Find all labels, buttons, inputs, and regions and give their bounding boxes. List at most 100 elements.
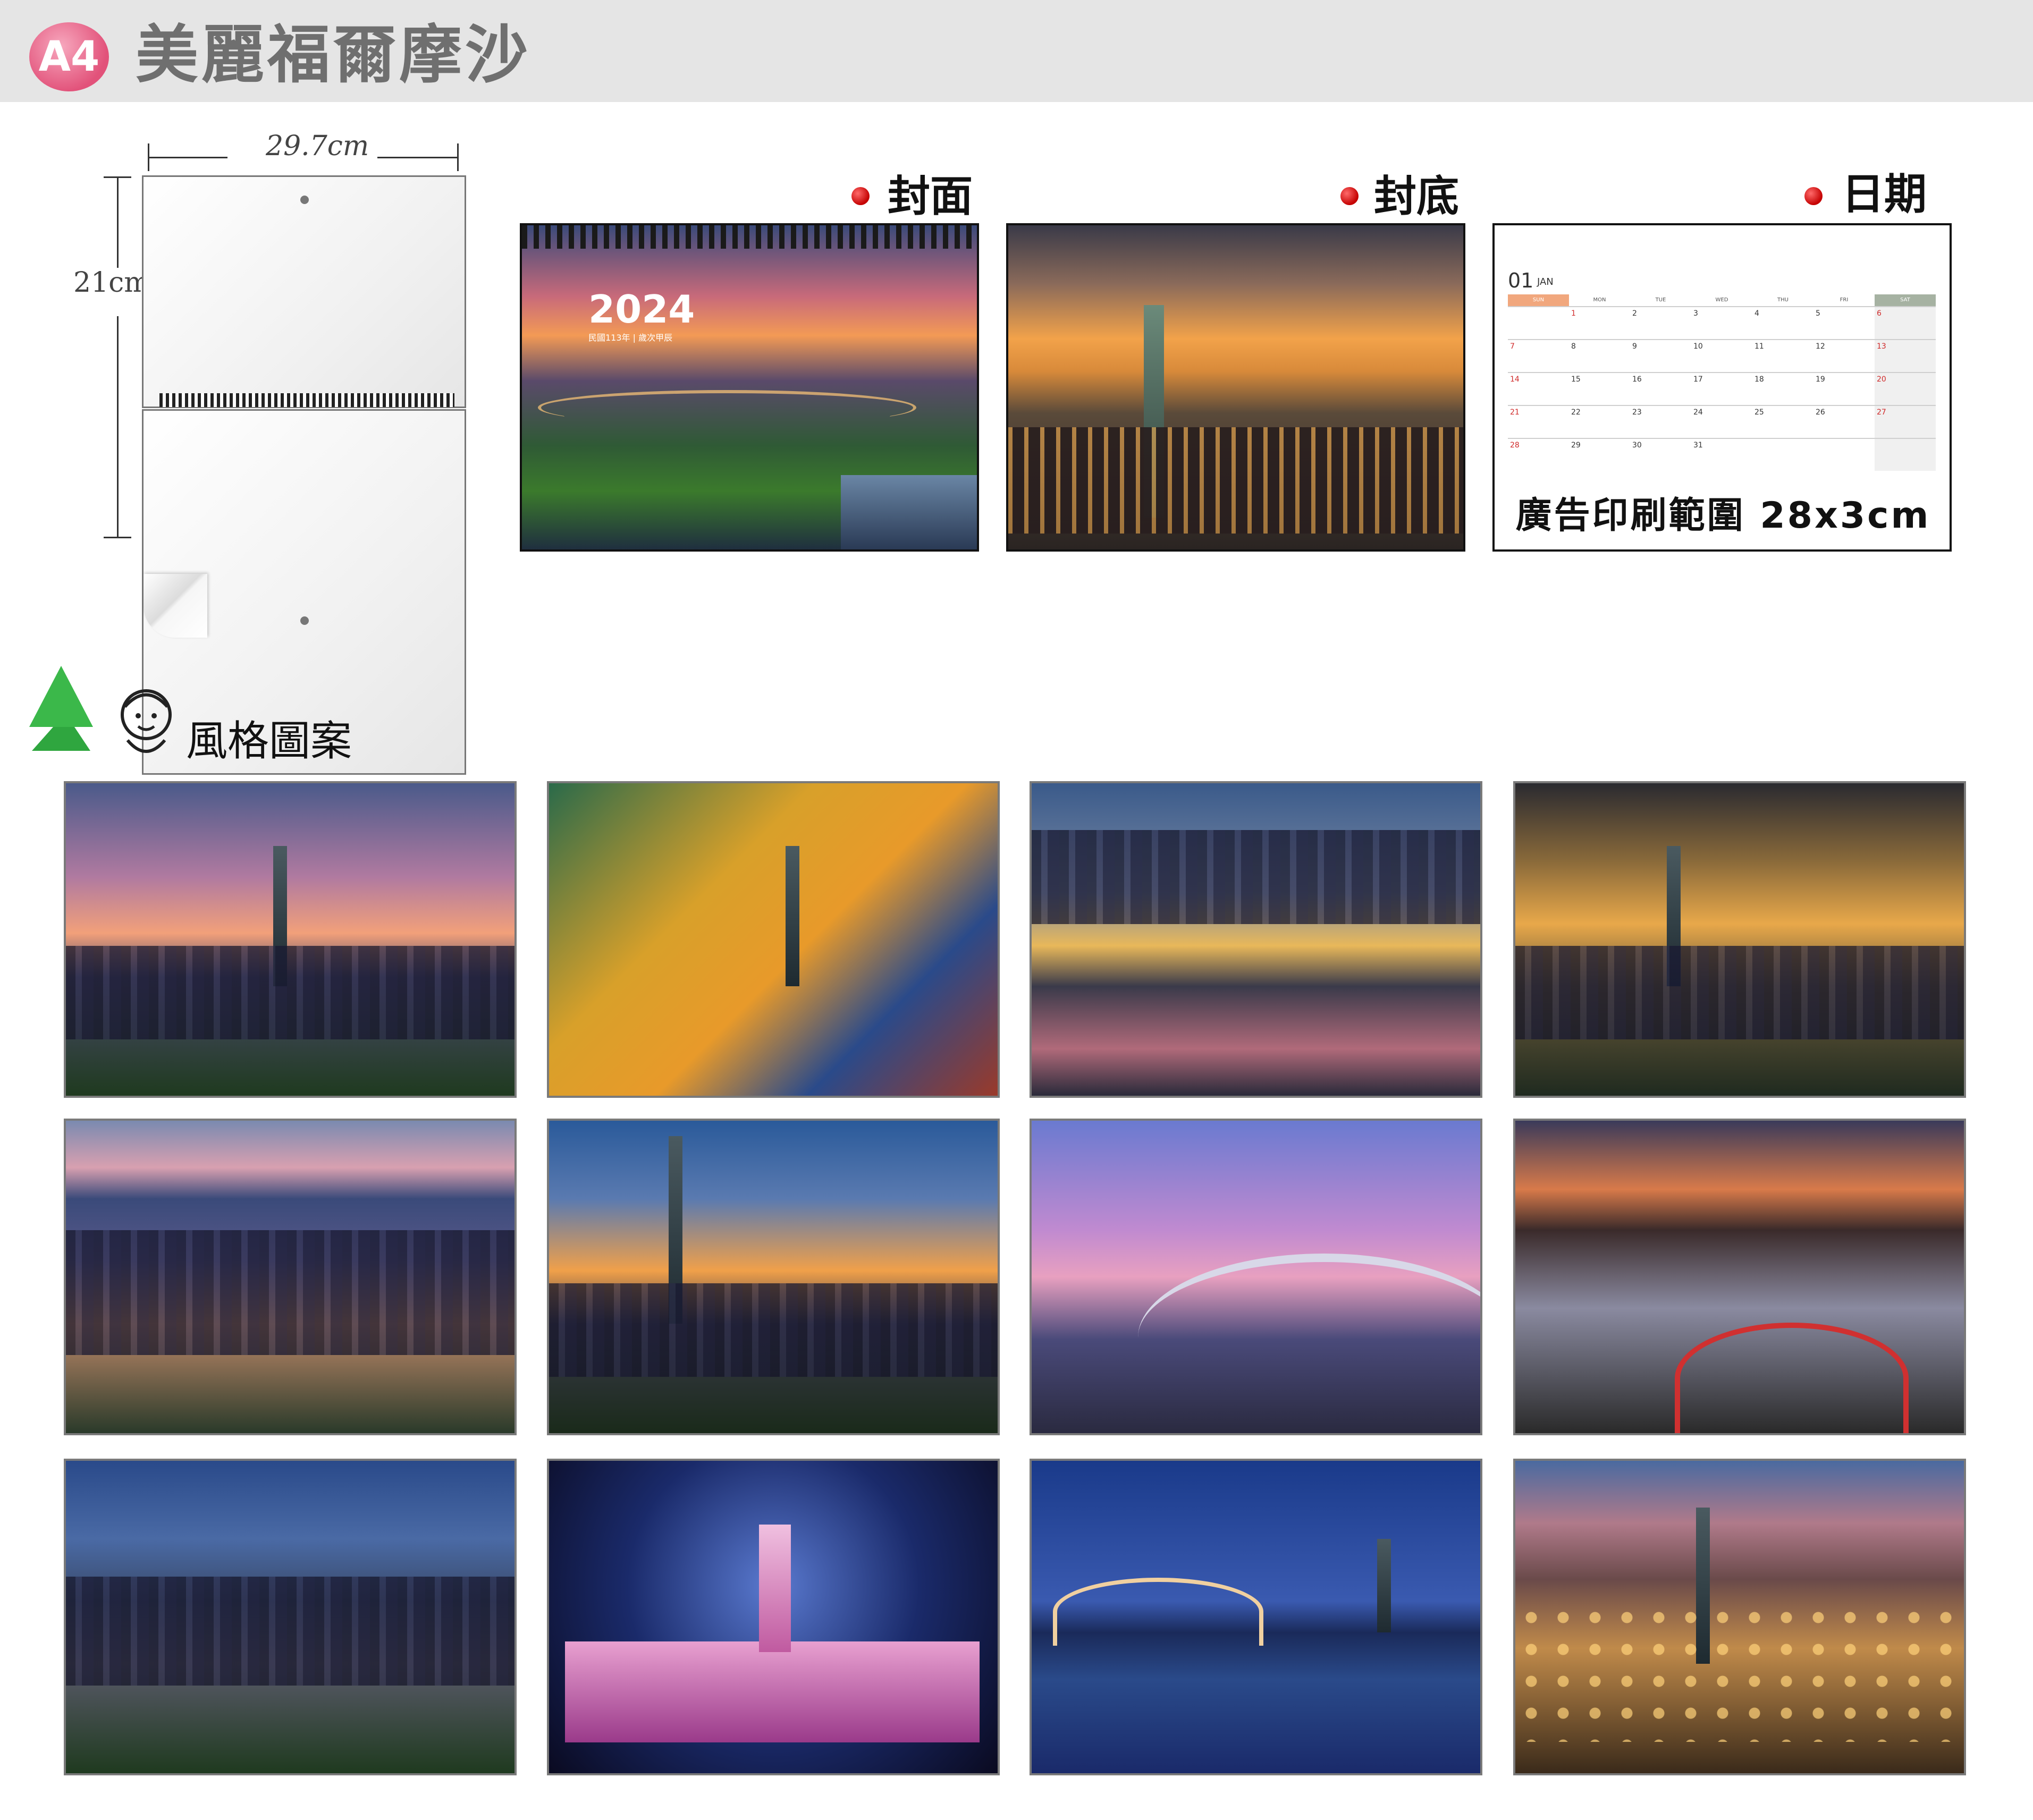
day-cell bbox=[1508, 307, 1569, 339]
date-page-preview: 01 JAN SUN MON TUE WED THU FRI SAT 1 2 3… bbox=[1492, 223, 1952, 552]
style-section-title: 風格圖案 bbox=[186, 717, 352, 765]
weekday-fri: FRI bbox=[1840, 297, 1849, 303]
day-cell: 16 bbox=[1632, 375, 1642, 384]
style-photo-river-reflection bbox=[1030, 1459, 1482, 1775]
city bbox=[66, 945, 514, 1040]
weekday-mon: MON bbox=[1593, 297, 1606, 303]
tower bbox=[1667, 845, 1681, 987]
month-name: JAN bbox=[1537, 276, 1554, 287]
cover-preview: 2024 民國113年 | 歲次甲辰 bbox=[520, 223, 979, 552]
day-cell: 22 bbox=[1571, 408, 1581, 417]
red-dot-icon bbox=[1340, 187, 1359, 205]
style-photo-presidential-lightshow bbox=[547, 1459, 1000, 1775]
day-cell: 3 bbox=[1693, 309, 1698, 318]
day-cell: 11 bbox=[1754, 342, 1764, 351]
weekday-thu: THU bbox=[1777, 297, 1789, 303]
day-cell: 31 bbox=[1693, 441, 1703, 450]
city bbox=[66, 1230, 514, 1355]
ad-print-area-text: 廣告印刷範圍 28x3cm bbox=[1515, 495, 1931, 537]
bottom-hole bbox=[300, 616, 309, 625]
week-row: 21 22 23 24 25 26 27 bbox=[1508, 405, 1936, 438]
size-badge-text: A4 bbox=[38, 33, 100, 81]
city bbox=[549, 1283, 998, 1377]
week-row: 14 15 16 17 18 19 20 bbox=[1508, 372, 1936, 405]
page-curl bbox=[144, 574, 207, 638]
day-cell: 29 bbox=[1571, 441, 1581, 450]
dates-label: 日期 bbox=[1842, 170, 1927, 219]
style-photo-station-architecture bbox=[1030, 1119, 1482, 1435]
cover-roads bbox=[538, 390, 916, 425]
red-dot-icon bbox=[851, 187, 870, 205]
day-cell: 7 bbox=[1510, 342, 1515, 351]
day-cell: 2 bbox=[1632, 309, 1637, 318]
day-cell: 10 bbox=[1693, 342, 1703, 351]
city bbox=[1032, 830, 1480, 924]
tower bbox=[1377, 1539, 1391, 1633]
day-cell: 8 bbox=[1571, 342, 1576, 351]
day-cell: 19 bbox=[1816, 375, 1825, 384]
day-cell: 21 bbox=[1510, 408, 1520, 417]
style-photo-city-station-night bbox=[1030, 781, 1482, 1098]
width-label: 29.7cm bbox=[266, 130, 369, 162]
back-cover-preview bbox=[1006, 223, 1465, 552]
style-photo-mountain-city-dusk bbox=[64, 1119, 517, 1435]
day-cell: 14 bbox=[1510, 375, 1520, 384]
cover-label: 封面 bbox=[888, 172, 973, 221]
day-cell: 12 bbox=[1816, 342, 1825, 351]
curved-roof bbox=[1138, 1254, 1480, 1421]
spiral-rings bbox=[522, 225, 977, 249]
day-cell: 30 bbox=[1632, 441, 1642, 450]
day-cell: 5 bbox=[1816, 309, 1820, 318]
style-photo-sunset-skyline bbox=[64, 781, 517, 1098]
day-cell: 6 bbox=[1875, 307, 1936, 339]
cover-subtitle: 民國113年 | 歲次甲辰 bbox=[588, 333, 673, 343]
weekday-sun: SUN bbox=[1508, 294, 1569, 306]
size-badge: A4 bbox=[29, 22, 109, 91]
weekday-tue: TUE bbox=[1655, 297, 1666, 303]
arch-bridge bbox=[1053, 1578, 1263, 1646]
calendar-dimension-diagram: 29.7cm 21cm bbox=[73, 130, 478, 775]
week-row: 28 29 30 31 bbox=[1508, 438, 1936, 471]
city bbox=[66, 1576, 514, 1686]
calendar-grid: SUN MON TUE WED THU FRI SAT 1 2 3 4 5 6 … bbox=[1508, 294, 1936, 471]
day-cell: 13 bbox=[1875, 340, 1936, 372]
cover-river bbox=[841, 475, 977, 549]
hanging-hole bbox=[300, 196, 309, 204]
height-label: 21cm bbox=[73, 267, 150, 299]
day-cell: 24 bbox=[1693, 408, 1703, 417]
city bbox=[1515, 945, 1964, 1040]
style-photo-temple-dragon bbox=[547, 781, 1000, 1098]
tower bbox=[273, 845, 287, 987]
city bbox=[1515, 1601, 1964, 1742]
back-label: 封底 bbox=[1374, 172, 1459, 221]
month-number: 01 bbox=[1508, 269, 1534, 292]
weekday-wed: WED bbox=[1715, 297, 1728, 303]
day-cell: 25 bbox=[1754, 408, 1764, 417]
day-cell: 1 bbox=[1571, 309, 1576, 318]
lit-building bbox=[565, 1641, 980, 1742]
style-photo-bokeh-city bbox=[1513, 1459, 1966, 1775]
day-cell: 15 bbox=[1571, 375, 1581, 384]
cartoon-face-icon bbox=[121, 689, 172, 753]
central-tower bbox=[759, 1525, 791, 1652]
style-photo-taipei101-clouds bbox=[547, 1119, 1000, 1435]
day-cell: 27 bbox=[1875, 406, 1936, 438]
day-cell: 26 bbox=[1816, 408, 1825, 417]
style-photo-blue-hour-city bbox=[64, 1459, 517, 1775]
day-cell: 17 bbox=[1693, 375, 1703, 384]
calendar-top-sheet bbox=[142, 175, 466, 408]
tower bbox=[786, 845, 799, 987]
week-row: 7 8 9 10 11 12 13 bbox=[1508, 339, 1936, 372]
tower bbox=[669, 1136, 682, 1324]
red-arch-bridge bbox=[1675, 1323, 1909, 1433]
day-cell bbox=[1752, 439, 1813, 471]
day-cell: 28 bbox=[1510, 441, 1520, 450]
cover-year: 2024 bbox=[588, 287, 695, 332]
green-tree-icon bbox=[29, 666, 93, 751]
day-cell bbox=[1875, 439, 1936, 471]
spiral-binding bbox=[159, 393, 454, 407]
day-cell: 23 bbox=[1632, 408, 1642, 417]
day-cell: 20 bbox=[1875, 373, 1936, 405]
style-photo-golden-haze bbox=[1513, 781, 1966, 1098]
week-row: 1 2 3 4 5 6 bbox=[1508, 306, 1936, 339]
